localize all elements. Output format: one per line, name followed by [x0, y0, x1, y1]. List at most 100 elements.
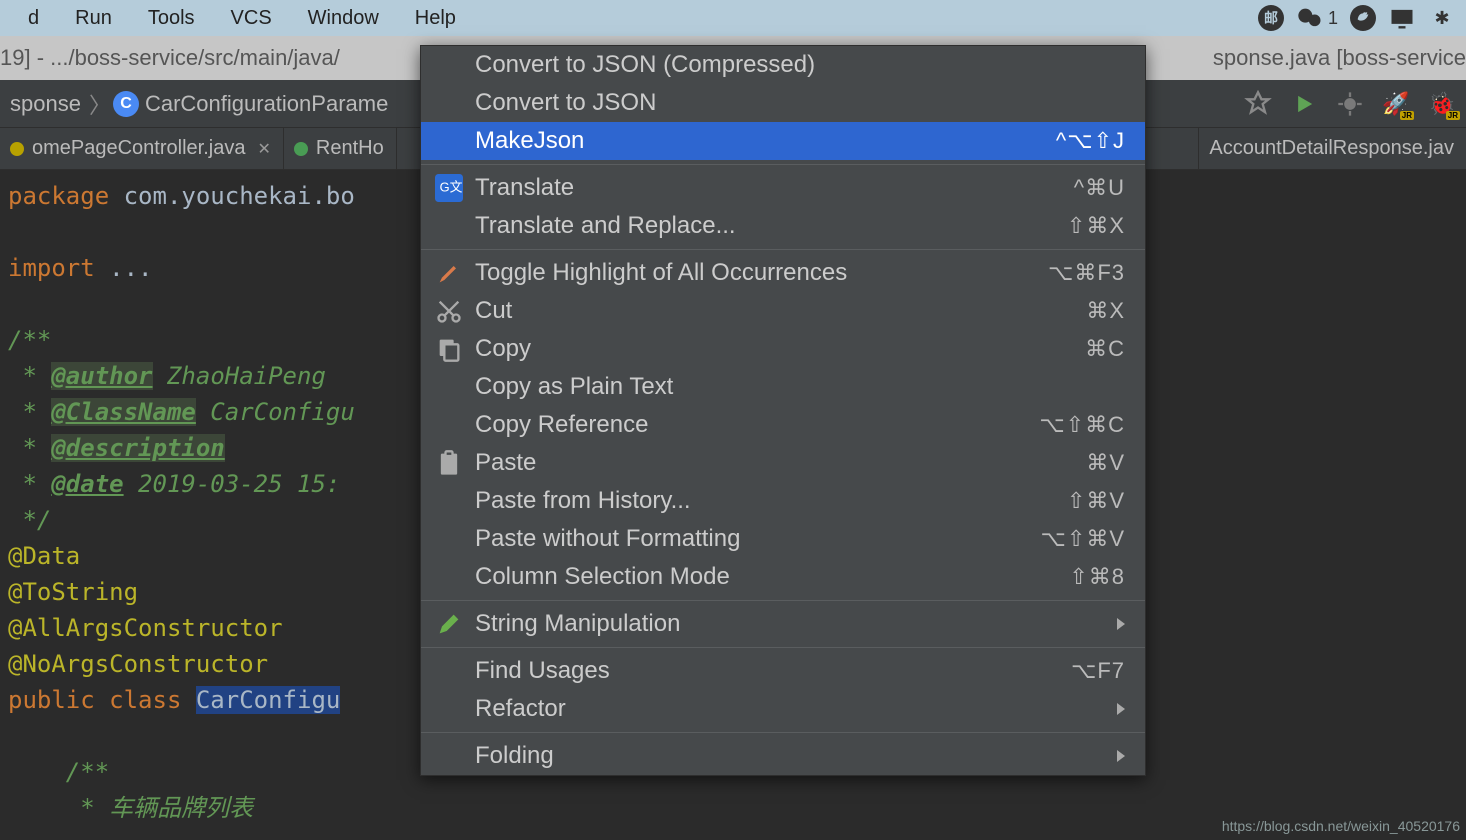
chevron-right-icon	[87, 88, 113, 120]
menu-item-label: Refactor	[475, 695, 1117, 723]
close-icon[interactable]: ✕	[253, 139, 270, 159]
context-menu-item[interactable]: String Manipulation	[421, 605, 1145, 643]
asterisk-tray-icon[interactable]: ✱	[1428, 4, 1456, 32]
window-title-right: sponse.java [boss-service	[1213, 45, 1466, 71]
tab-label: omePageController.java	[32, 137, 245, 160]
toolbar: 🚀 🐞	[1244, 90, 1456, 118]
javadoc: *	[8, 362, 51, 390]
menu-item-shortcut: ⌘V	[1086, 450, 1125, 476]
debug-with-coverage-icon[interactable]: 🐞	[1428, 90, 1456, 118]
paste-icon	[435, 449, 463, 477]
context-menu-item[interactable]: Convert to JSON	[421, 84, 1145, 122]
code-keyword: package	[8, 182, 109, 210]
menu-item-shortcut: ⌥⇧⌘C	[1039, 412, 1125, 438]
annotation: @Data	[8, 542, 80, 570]
code-keyword: public	[8, 686, 95, 714]
context-menu-item[interactable]: Find Usages⌥F7	[421, 652, 1145, 690]
menu-vcs[interactable]: VCS	[213, 3, 290, 34]
system-menubar: d Run Tools VCS Window Help 邮 1 ✱	[0, 0, 1466, 36]
context-menu-item[interactable]: Copy Reference⌥⇧⌘C	[421, 406, 1145, 444]
editor-tab[interactable]: AccountDetailResponse.jav	[1198, 128, 1466, 169]
menu-separator	[421, 647, 1145, 648]
pencil-icon	[435, 610, 463, 638]
menu-item-label: Copy as Plain Text	[475, 373, 1125, 401]
javadoc-tag: @date	[51, 470, 123, 498]
tab-label: AccountDetailResponse.jav	[1209, 137, 1454, 160]
run-icon[interactable]	[1290, 90, 1318, 118]
javadoc: * 车辆品牌列表	[66, 794, 253, 822]
context-menu-item[interactable]: G文 Translate^⌘U	[421, 169, 1145, 207]
context-menu-item[interactable]: Convert to JSON (Compressed)	[421, 46, 1145, 84]
menu-item-label: Toggle Highlight of All Occurrences	[475, 259, 1048, 287]
menu-item-label: Translate	[475, 174, 1074, 202]
menu-item-shortcut: ⇧⌘V	[1067, 488, 1125, 514]
menu-item-label: Column Selection Mode	[475, 563, 1069, 591]
run-with-coverage-icon[interactable]: 🚀	[1382, 90, 1410, 118]
context-menu-item[interactable]: Paste⌘V	[421, 444, 1145, 482]
context-menu-item[interactable]: Column Selection Mode⇧⌘8	[421, 558, 1145, 596]
svg-text:G文: G文	[440, 180, 463, 195]
editor-tab[interactable]: omePageController.java ✕	[0, 128, 284, 169]
context-menu-item[interactable]: Copy⌘C	[421, 330, 1145, 368]
menu-item-shortcut: ⌥⌘F3	[1048, 260, 1125, 286]
menu-separator	[421, 249, 1145, 250]
build-icon[interactable]	[1244, 90, 1272, 118]
context-menu-item[interactable]: Folding	[421, 737, 1145, 775]
code-keyword: import	[8, 254, 95, 282]
menu-item-shortcut: ⌥F7	[1071, 658, 1125, 684]
cut-icon	[435, 297, 463, 325]
menu-help[interactable]: Help	[397, 3, 474, 34]
menu-item-shortcut: ^⌘U	[1074, 175, 1125, 201]
menu-tools[interactable]: Tools	[130, 3, 213, 34]
context-menu-item[interactable]: Toggle Highlight of All Occurrences⌥⌘F3	[421, 254, 1145, 292]
debug-icon[interactable]	[1336, 90, 1364, 118]
mail-tray-icon[interactable]: 邮	[1258, 5, 1284, 31]
watermark: https://blog.csdn.net/weixin_40520176	[1222, 818, 1460, 834]
code-keyword: class	[109, 686, 181, 714]
context-menu: Convert to JSON (Compressed)Convert to J…	[420, 45, 1146, 776]
menu-item-label: String Manipulation	[475, 610, 1117, 638]
code-text: com.youchekai.bo	[109, 182, 355, 210]
javadoc: *	[8, 470, 51, 498]
javadoc: ZhaoHaiPeng	[153, 362, 326, 390]
breadcrumb-segment[interactable]: sponse	[10, 91, 87, 117]
context-menu-item[interactable]: Cut⌘X	[421, 292, 1145, 330]
menu-separator	[421, 732, 1145, 733]
context-menu-item[interactable]: Paste from History...⇧⌘V	[421, 482, 1145, 520]
menu-window[interactable]: Window	[290, 3, 397, 34]
menu-item[interactable]: d	[10, 3, 57, 34]
tray-badge: 1	[1328, 8, 1338, 29]
menu-item-label: Paste	[475, 449, 1086, 477]
menu-item-label: Cut	[475, 297, 1086, 325]
javadoc: *	[8, 434, 51, 462]
class-icon: C	[113, 91, 139, 117]
editor-tab[interactable]: RentHo	[284, 128, 397, 169]
javadoc-tag: @ClassName	[51, 398, 196, 426]
monitor-tray-icon[interactable]	[1388, 4, 1416, 32]
context-menu-item[interactable]: Copy as Plain Text	[421, 368, 1145, 406]
menu-item-shortcut: ⌘C	[1085, 336, 1125, 362]
context-menu-item[interactable]: Translate and Replace...⇧⌘X	[421, 207, 1145, 245]
menu-run[interactable]: Run	[57, 3, 130, 34]
context-menu-item[interactable]: Paste without Formatting⌥⇧⌘V	[421, 520, 1145, 558]
context-menu-item[interactable]: Refactor	[421, 690, 1145, 728]
menu-item-label: Folding	[475, 742, 1117, 770]
context-menu-item[interactable]: MakeJson^⌥⇧J	[421, 122, 1145, 160]
bird-tray-icon[interactable]	[1350, 5, 1376, 31]
wechat-tray-icon[interactable]	[1296, 4, 1324, 32]
menu-item-shortcut: ⇧⌘X	[1067, 213, 1125, 239]
javadoc: CarConfigu	[196, 398, 355, 426]
menu-item-shortcut: ⌘X	[1086, 298, 1125, 324]
translate-icon: G文	[435, 174, 463, 202]
breadcrumb-class[interactable]: CarConfigurationParame	[145, 91, 394, 117]
menu-item-shortcut: ^⌥⇧J	[1056, 128, 1125, 154]
annotation: @NoArgsConstructor	[8, 650, 268, 678]
annotation: @AllArgsConstructor	[8, 614, 283, 642]
menu-item-label: Paste from History...	[475, 487, 1067, 515]
javadoc: /**	[66, 758, 109, 786]
menu-item-label: Copy Reference	[475, 411, 1039, 439]
javadoc-tag: @description	[51, 434, 224, 462]
menu-item-shortcut: ⌥⇧⌘V	[1041, 526, 1125, 552]
code-text: ...	[95, 254, 153, 282]
copy-icon	[435, 335, 463, 363]
